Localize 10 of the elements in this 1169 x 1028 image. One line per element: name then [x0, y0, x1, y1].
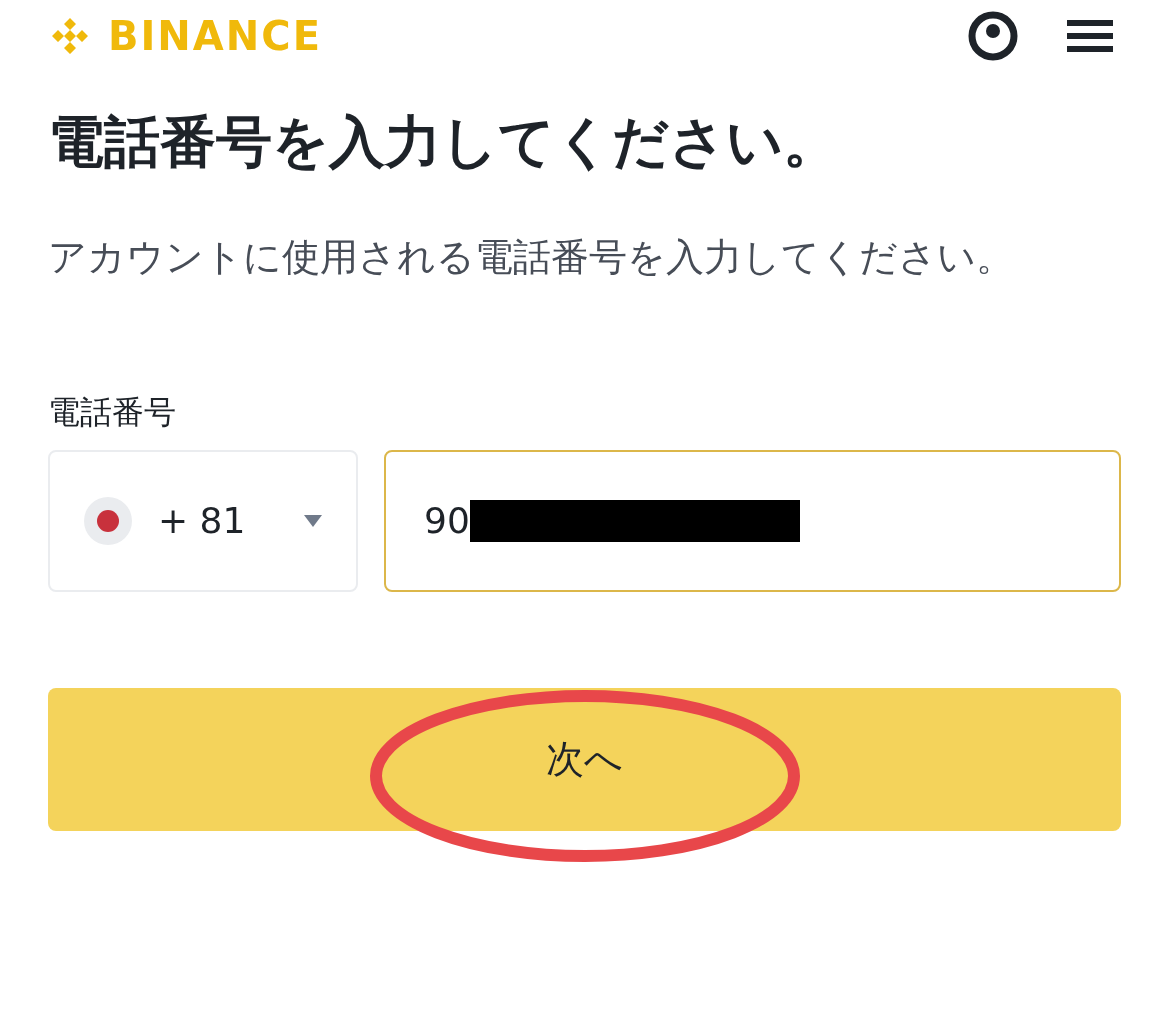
country-code-dropdown[interactable]: + 81	[48, 449, 358, 592]
logo-text: BINANCE	[108, 16, 322, 56]
next-button[interactable]: 次へ	[48, 687, 1121, 831]
phone-input-field[interactable]: 90	[384, 449, 1121, 592]
field-label: 電話番号	[48, 391, 177, 433]
caret-icon	[304, 514, 322, 527]
page-title: 電話番号を入力してください。	[48, 108, 840, 176]
description-text: アカウントに使用される電話番号を入力してください。	[48, 233, 1015, 281]
japan-flag-icon	[84, 496, 132, 545]
user-icon[interactable]	[967, 10, 1019, 62]
